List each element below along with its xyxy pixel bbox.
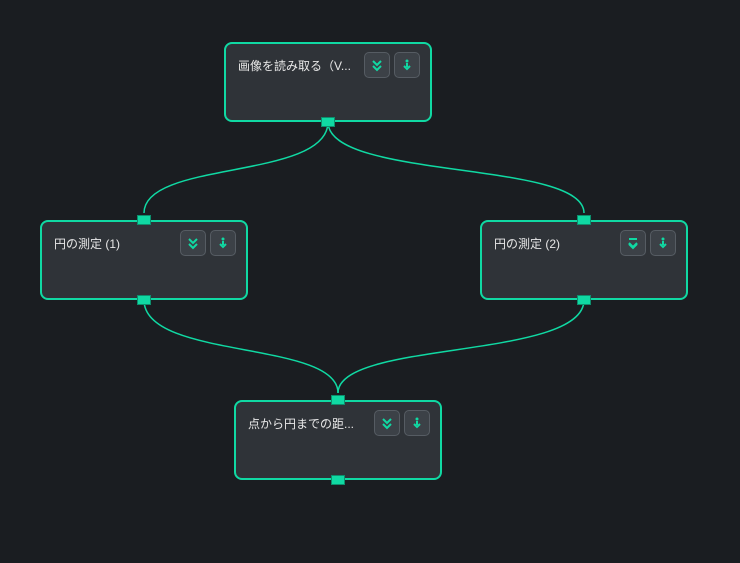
edge-circle2-to-distance bbox=[338, 300, 584, 393]
node-button-group bbox=[180, 230, 236, 256]
collapse-button[interactable] bbox=[210, 230, 236, 256]
collapse-button[interactable] bbox=[404, 410, 430, 436]
node-circle-measure-1[interactable]: 円の測定 (1) bbox=[40, 220, 248, 300]
output-port[interactable] bbox=[137, 295, 151, 305]
node-canvas[interactable]: 画像を読み取る（V... 円の測定 (1) bbox=[0, 0, 740, 563]
collapse-button[interactable] bbox=[650, 230, 676, 256]
node-title: 円の測定 (2) bbox=[494, 232, 560, 256]
double-chevron-down-icon bbox=[370, 58, 384, 72]
output-port[interactable] bbox=[331, 475, 345, 485]
collapse-down-icon bbox=[400, 58, 414, 72]
node-title: 画像を読み取る（V... bbox=[238, 54, 351, 78]
collapse-down-icon bbox=[410, 416, 424, 430]
double-chevron-down-icon bbox=[186, 236, 200, 250]
node-title: 点から円までの距... bbox=[248, 412, 354, 436]
node-button-group bbox=[374, 410, 430, 436]
node-title: 円の測定 (1) bbox=[54, 232, 120, 256]
node-button-group bbox=[620, 230, 676, 256]
edge-read-to-circle2 bbox=[328, 122, 584, 213]
edge-read-to-circle1 bbox=[144, 122, 328, 213]
input-port[interactable] bbox=[577, 215, 591, 225]
expand-button[interactable] bbox=[364, 52, 390, 78]
expand-button[interactable] bbox=[374, 410, 400, 436]
output-port[interactable] bbox=[321, 117, 335, 127]
input-port[interactable] bbox=[137, 215, 151, 225]
expand-button[interactable] bbox=[620, 230, 646, 256]
node-point-to-circle-distance[interactable]: 点から円までの距... bbox=[234, 400, 442, 480]
node-button-group bbox=[364, 52, 420, 78]
edge-circle1-to-distance bbox=[144, 300, 338, 393]
expand-button[interactable] bbox=[180, 230, 206, 256]
input-port[interactable] bbox=[331, 395, 345, 405]
output-port[interactable] bbox=[577, 295, 591, 305]
node-circle-measure-2[interactable]: 円の測定 (2) bbox=[480, 220, 688, 300]
node-read-image[interactable]: 画像を読み取る（V... bbox=[224, 42, 432, 122]
collapse-down-icon bbox=[216, 236, 230, 250]
collapse-button[interactable] bbox=[394, 52, 420, 78]
collapse-down-icon bbox=[656, 236, 670, 250]
double-chevron-down-icon bbox=[626, 236, 640, 250]
double-chevron-down-icon bbox=[380, 416, 394, 430]
